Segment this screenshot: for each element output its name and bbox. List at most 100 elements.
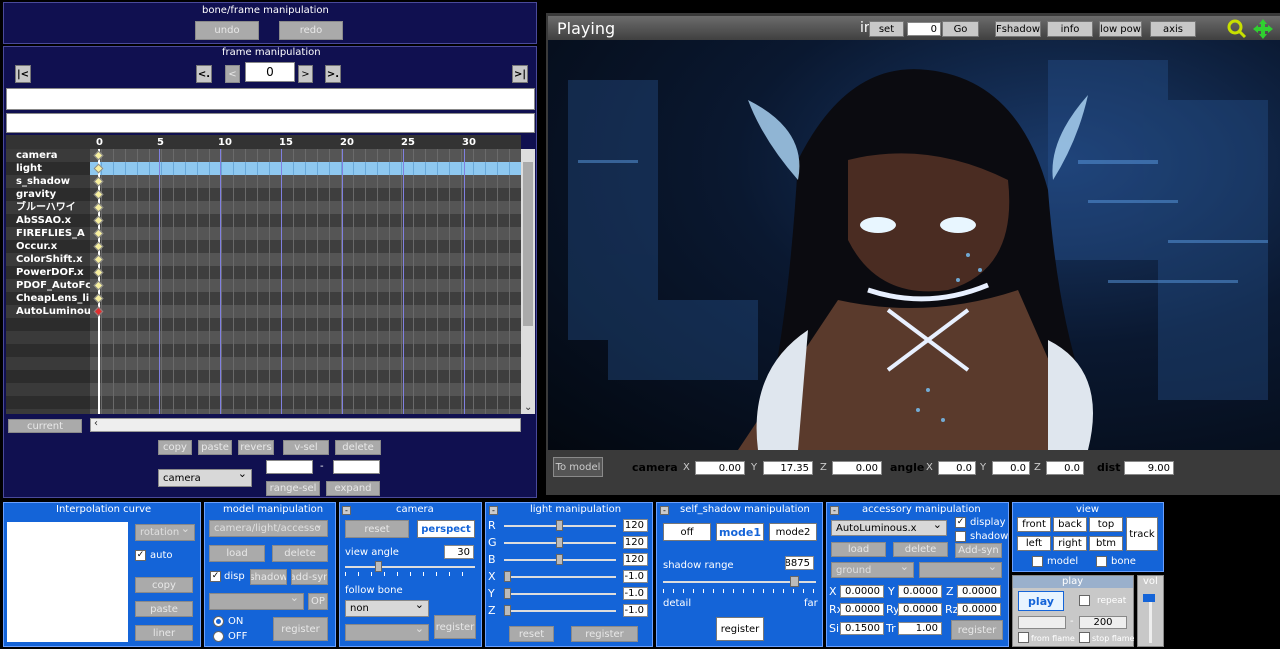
display-checkbox[interactable]: ✓ (955, 517, 966, 528)
light-y-field[interactable]: -1.0 (623, 587, 648, 600)
light-register-button[interactable]: register (571, 626, 638, 642)
shadow-range-thumb[interactable] (790, 576, 799, 587)
follow-bone-select[interactable] (345, 624, 429, 641)
model-shadow-button[interactable]: shadow (250, 569, 287, 585)
light-g-field[interactable]: 120 (623, 536, 648, 549)
follow-model-select[interactable]: non (345, 600, 429, 617)
auto-checkbox[interactable]: ✓ (135, 550, 146, 561)
interp-liner-button[interactable]: liner (135, 625, 193, 641)
timeline-vscroll-thumb[interactable] (523, 162, 533, 326)
volume-slider-track[interactable] (1149, 595, 1152, 643)
timeline-row-label[interactable]: FIREFLIES_A (6, 227, 90, 240)
repeat-checkbox[interactable] (1079, 595, 1090, 606)
prev-frame-button[interactable]: < (225, 65, 240, 83)
interp-copy-button[interactable]: copy (135, 577, 193, 593)
info-button[interactable]: info (1047, 21, 1093, 37)
view-left-button[interactable]: left (1017, 536, 1051, 551)
from-flame-checkbox[interactable] (1018, 632, 1029, 643)
acc-rz-field[interactable]: 0.0000 (957, 603, 1001, 616)
on-radio[interactable] (213, 616, 224, 627)
bone-name-field-2[interactable] (6, 113, 535, 133)
scroll-left-icon[interactable]: ‹ (94, 418, 98, 429)
volume-slider-thumb[interactable] (1143, 594, 1155, 602)
light-slider-thumb[interactable] (504, 588, 511, 599)
zoom-icon[interactable] (1227, 19, 1247, 39)
acc-z-field[interactable]: 0.0000 (957, 585, 1001, 598)
prev-key-button[interactable]: <. (196, 65, 212, 83)
view-right-button[interactable]: right (1053, 536, 1087, 551)
track-button[interactable]: track (1126, 517, 1158, 551)
paste-button[interactable]: paste (198, 440, 232, 455)
acc-register-button[interactable]: register (951, 620, 1003, 640)
light-slider-thumb[interactable] (556, 554, 563, 565)
copy-button[interactable]: copy (158, 440, 192, 455)
cam-x-field[interactable]: 0.00 (695, 461, 745, 475)
accessory-collapse-icon[interactable]: - (830, 506, 839, 515)
shadow-mode1-button[interactable]: mode1 (716, 523, 764, 541)
view-btm-button[interactable]: btm (1089, 536, 1123, 551)
timeline-row-label[interactable]: gravity (6, 188, 90, 201)
light-slider-thumb[interactable] (504, 571, 511, 582)
fshadow-button[interactable]: Fshadow (995, 21, 1041, 37)
model-delete-button[interactable]: delete (272, 545, 328, 562)
undo-button[interactable]: undo (195, 21, 259, 40)
timeline-row-label[interactable]: s_shadow (6, 175, 90, 188)
camera-reset-button[interactable]: reset (345, 520, 409, 538)
scroll-down-icon[interactable]: ⌄ (524, 402, 532, 413)
light-r-slider[interactable] (504, 520, 616, 531)
model-register-button[interactable]: register (273, 617, 328, 641)
acc-delete-button[interactable]: delete (893, 542, 948, 557)
to-model-button[interactable]: To model (553, 457, 603, 477)
acc-add-syn-button[interactable]: Add-syn (955, 543, 1002, 558)
op-button[interactable]: OP (308, 593, 328, 610)
interp-paste-button[interactable]: paste (135, 601, 193, 617)
interp-type-select[interactable]: rotation (135, 524, 195, 541)
view-angle-slider[interactable] (345, 561, 475, 572)
stop-flame-checkbox[interactable] (1079, 632, 1090, 643)
v-sel-button[interactable]: v-sel (283, 440, 329, 455)
light-slider-thumb[interactable] (504, 605, 511, 616)
play-to-input[interactable]: 200 (1079, 616, 1127, 629)
light-g-slider[interactable] (504, 537, 616, 548)
bone-name-field-1[interactable] (6, 88, 535, 110)
last-frame-button[interactable]: >| (512, 65, 528, 83)
interpolation-curve-canvas[interactable] (7, 522, 128, 642)
disp-checkbox[interactable]: ✓ (210, 571, 221, 582)
off-radio[interactable] (213, 631, 224, 642)
camera-collapse-icon[interactable]: - (342, 506, 351, 515)
acc-shadow-checkbox[interactable] (955, 531, 966, 542)
range-sel-button[interactable]: range-sel (266, 481, 320, 496)
light-b-slider[interactable] (504, 554, 616, 565)
first-frame-button[interactable]: |< (15, 65, 31, 83)
light-slider-thumb[interactable] (556, 520, 563, 531)
light-slider-thumb[interactable] (556, 537, 563, 548)
view-back-button[interactable]: back (1053, 517, 1087, 532)
model-bone-select[interactable] (209, 593, 304, 610)
cam-z-field[interactable]: 0.00 (832, 461, 882, 475)
expand-button[interactable]: expand (326, 481, 380, 496)
timeline-row-label[interactable]: AbSSAO.x (6, 214, 90, 227)
timeline-row-label[interactable]: CheapLens_li (6, 292, 90, 305)
perspect-button[interactable]: perspect (417, 520, 475, 538)
shadow-range-field[interactable]: 8875 (785, 556, 814, 570)
go-button[interactable]: Go (942, 21, 979, 37)
model-load-button[interactable]: load (209, 545, 265, 562)
redo-button[interactable]: redo (279, 21, 343, 40)
light-z-field[interactable]: -1.0 (623, 604, 648, 617)
camera-register-button[interactable]: register (434, 615, 476, 639)
view-front-button[interactable]: front (1017, 517, 1051, 532)
timeline-row-label[interactable]: AutoLuminous (6, 305, 90, 318)
view-angle-thumb[interactable] (375, 561, 382, 572)
timeline-row-label[interactable]: ブルーハワイ (6, 201, 90, 214)
light-collapse-icon[interactable]: - (489, 506, 498, 515)
set-button[interactable]: set (869, 21, 904, 37)
shadow-collapse-icon[interactable]: - (660, 506, 669, 515)
timeline-row-label[interactable]: light (6, 162, 90, 175)
acc-parent-bone-select[interactable] (919, 562, 1002, 578)
light-reset-button[interactable]: reset (509, 626, 554, 642)
view-angle-field[interactable]: 30 (444, 545, 474, 559)
view-model-checkbox[interactable] (1032, 556, 1043, 567)
view-bone-checkbox[interactable] (1096, 556, 1107, 567)
low-pow-button[interactable]: low pow (1099, 21, 1142, 37)
timeline-hscrollbar[interactable] (90, 418, 521, 432)
